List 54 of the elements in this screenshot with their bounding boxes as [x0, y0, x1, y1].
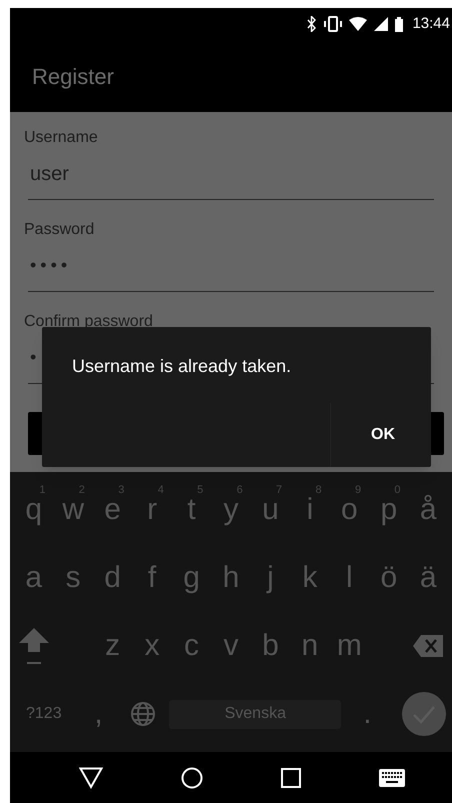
app-title: Register: [32, 62, 114, 91]
field-label: Password: [24, 220, 96, 240]
keyboard-key[interactable]: h: [222, 563, 240, 593]
backspace-icon[interactable]: [413, 635, 444, 657]
keyboard-key[interactable]: i: [306, 495, 314, 525]
keyboard-key[interactable]: u: [262, 495, 279, 525]
keyboard-key[interactable]: b: [262, 631, 279, 661]
keyboard-key[interactable]: m: [336, 631, 362, 661]
keyboard-key[interactable]: .: [363, 699, 372, 729]
globe-icon[interactable]: [131, 702, 156, 726]
keyboard-key[interactable]: ,: [94, 699, 103, 729]
symbols-key[interactable]: ?123: [26, 702, 62, 726]
battery-icon: [395, 16, 404, 32]
keyboard-key[interactable]: t: [187, 495, 196, 525]
shift-icon[interactable]: [18, 628, 49, 664]
keyboard-key[interactable]: c: [184, 631, 200, 661]
keyboard-key[interactable]: ö: [380, 563, 398, 593]
keyboard-key[interactable]: r: [147, 495, 158, 525]
keyboard-key[interactable]: e: [104, 495, 121, 525]
signal-icon: [374, 17, 388, 31]
keyboard-key[interactable]: f: [148, 563, 156, 593]
password-field[interactable]: ••••: [28, 240, 434, 292]
keyboard-key[interactable]: s: [66, 563, 81, 593]
keyboard-key[interactable]: ä: [420, 563, 437, 593]
keyboard-key[interactable]: o: [341, 495, 358, 525]
keyboard-key[interactable]: y: [223, 495, 238, 525]
status-time: 13:44: [412, 14, 450, 34]
field-label: Username: [24, 128, 99, 148]
keyboard-key[interactable]: j: [267, 563, 274, 593]
field-label: Confirm password: [24, 312, 154, 332]
bluetooth-icon: [305, 16, 318, 32]
keyboard-key[interactable]: a: [25, 563, 42, 593]
home-icon[interactable]: [181, 766, 203, 788]
keyboard-key[interactable]: d: [104, 563, 121, 593]
input-field[interactable]: user: [28, 148, 434, 200]
back-icon[interactable]: [79, 766, 103, 788]
keyboard-icon[interactable]: [379, 768, 405, 786]
keyboard-key[interactable]: v: [223, 631, 238, 661]
keyboard-key[interactable]: q: [25, 495, 42, 525]
keyboard-key[interactable]: p: [380, 495, 398, 525]
keyboard-key[interactable]: w: [62, 495, 84, 525]
keyboard-key[interactable]: k: [302, 563, 318, 593]
keyboard-key[interactable]: x: [144, 631, 160, 661]
keyboard-key[interactable]: å: [420, 495, 437, 525]
dialog-message: Username is already taken.: [71, 355, 292, 378]
check-icon[interactable]: [402, 692, 446, 736]
keyboard-key[interactable]: z: [105, 631, 120, 661]
wifi-icon: [349, 17, 368, 31]
recent-apps-icon[interactable]: [281, 768, 301, 788]
vibrate-icon: [324, 16, 342, 32]
ok-button[interactable]: OK: [330, 403, 403, 467]
keyboard-key[interactable]: g: [183, 563, 200, 593]
keyboard-key[interactable]: n: [302, 631, 318, 661]
keyboard-key[interactable]: l: [346, 563, 353, 593]
